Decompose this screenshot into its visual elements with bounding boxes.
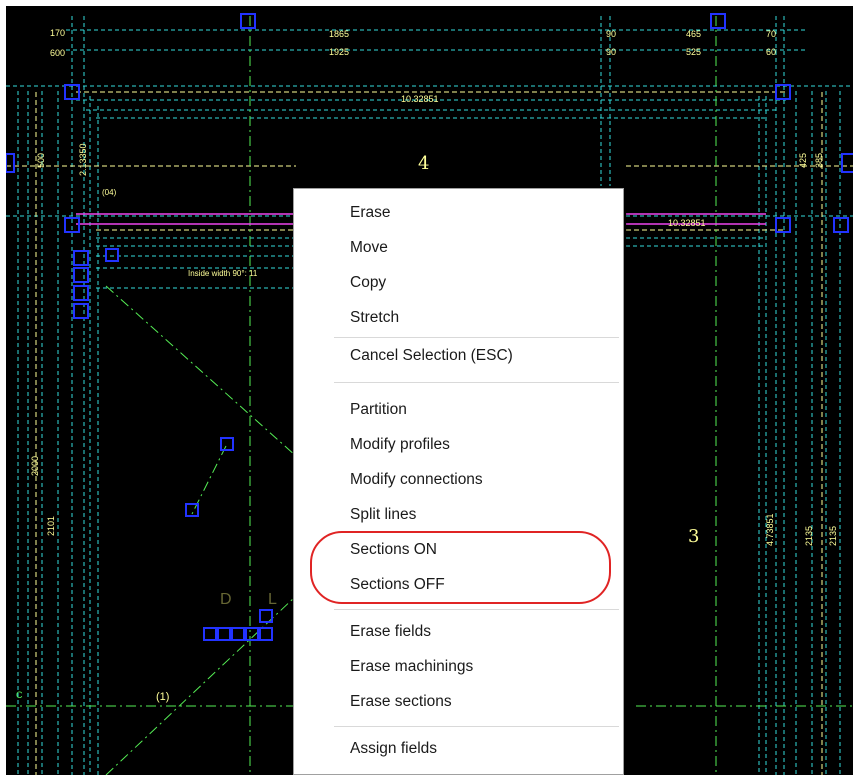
dim-top-60: 60 — [766, 47, 776, 57]
menu-item-copy[interactable]: Copy — [294, 268, 623, 298]
annotation-c: C — [16, 690, 23, 700]
dim-left-2000: 2000 — [30, 456, 40, 476]
dim-left-500: 500 — [36, 153, 46, 168]
dim-top-70: 70 — [766, 29, 776, 39]
menu-item-partition[interactable]: Partition — [294, 395, 623, 425]
annotation-04: (04) — [102, 188, 117, 197]
dim-top-465: 465 — [686, 29, 701, 39]
dim-right-473851: 4.73851 — [765, 513, 775, 546]
dim-top-1925: 1925 — [329, 47, 349, 57]
menu-item-sections-on[interactable]: Sections ON — [294, 535, 623, 565]
menu-item-modify-profiles[interactable]: Modify profiles — [294, 430, 623, 460]
dim-top-90b: 90 — [606, 47, 616, 57]
menu-item-erase[interactable]: Erase — [294, 198, 623, 228]
menu-separator — [334, 609, 619, 610]
dim-right-2135b: 2135 — [828, 526, 838, 546]
menu-separator — [334, 726, 619, 727]
annotation-l: L — [268, 591, 277, 608]
annotation-1: (1) — [156, 691, 169, 703]
menu-item-stretch[interactable]: Stretch — [294, 303, 623, 333]
field-label-3: 3 — [688, 526, 699, 547]
dim-top-170: 170 — [50, 28, 65, 38]
dim-top-525: 525 — [686, 47, 701, 57]
profile-label-top: 10.32851 — [401, 94, 439, 104]
menu-item-cancel-selection-esc[interactable]: Cancel Selection (ESC) — [294, 341, 623, 371]
menu-item-erase-machinings[interactable]: Erase machinings — [294, 652, 623, 682]
menu-separator — [334, 337, 619, 338]
menu-item-erase-sections[interactable]: Erase sections — [294, 687, 623, 717]
menu-item-move[interactable]: Move — [294, 233, 623, 263]
dim-top-1865: 1865 — [329, 29, 349, 39]
profile-label-mid: 10.32851 — [668, 218, 706, 228]
dim-left-2101: 2101 — [46, 516, 56, 536]
dim-top-90a: 90 — [606, 29, 616, 39]
annotation-inside-width: Inside width 90°: 11 — [188, 269, 258, 278]
dim-right-425: 425 — [798, 153, 808, 168]
context-menu: Erase Move Copy Stretch Cancel Selection (ES… — [293, 188, 624, 775]
menu-item-split-lines[interactable]: Split lines — [294, 500, 623, 530]
menu-item-assign-fields[interactable]: Assign fields — [294, 734, 623, 764]
dim-right-385: 385 — [814, 153, 824, 168]
menu-separator — [334, 382, 619, 383]
menu-item-erase-fields[interactable]: Erase fields — [294, 617, 623, 647]
dim-top-600: 600 — [50, 48, 65, 58]
dim-left-213350: 2.13350 — [78, 143, 88, 176]
dim-right-2135a: 2135 — [804, 526, 814, 546]
menu-item-sections-off[interactable]: Sections OFF — [294, 570, 623, 600]
menu-item-modify-connections[interactable]: Modify connections — [294, 465, 623, 495]
field-label-4: 4 — [418, 153, 429, 174]
annotation-d: D — [220, 591, 232, 608]
